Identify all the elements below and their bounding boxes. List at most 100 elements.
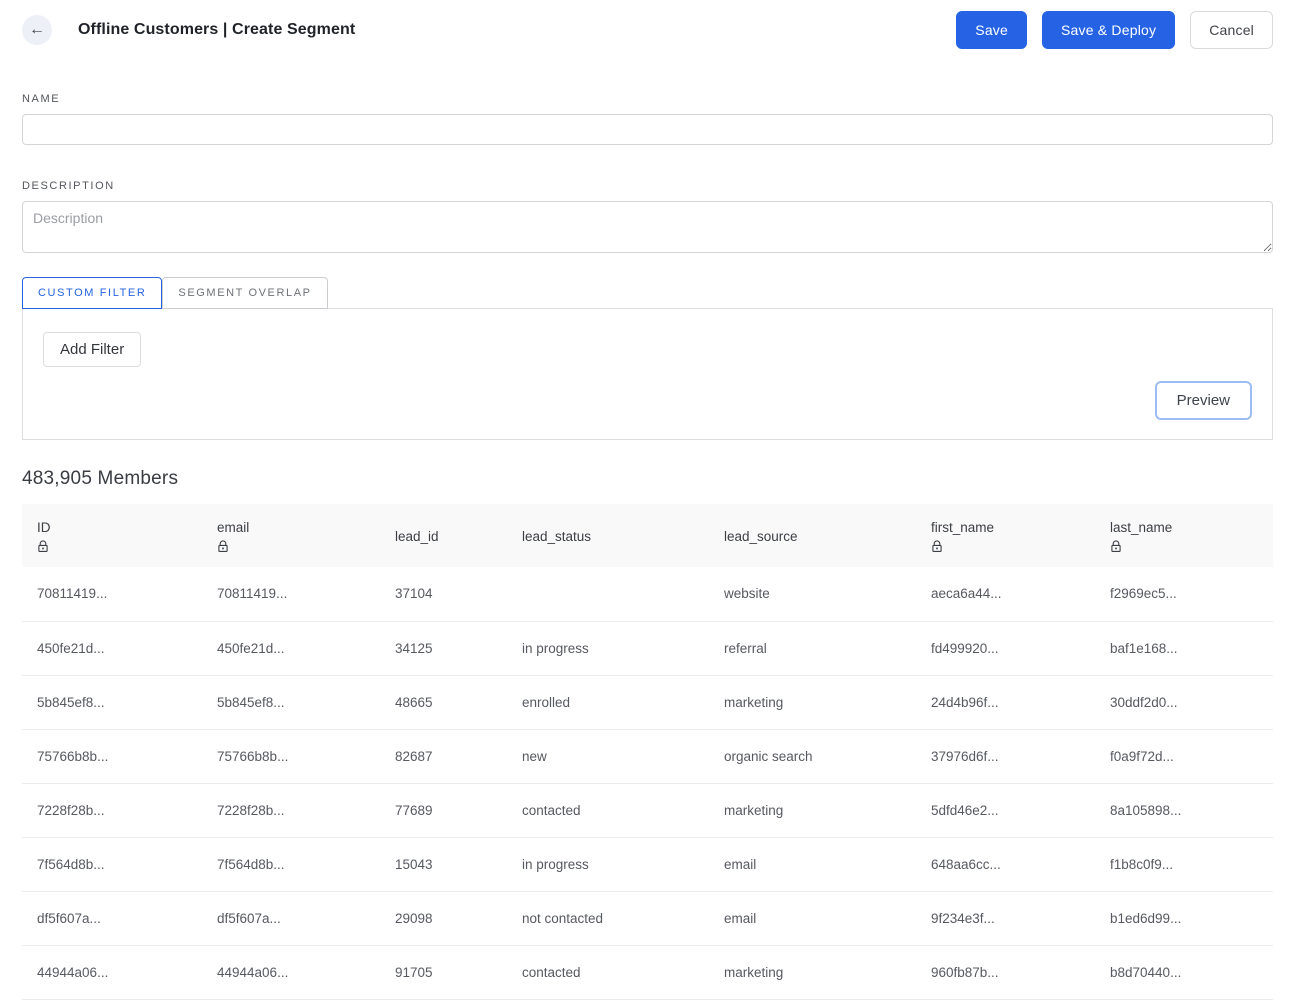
table-cell: 75766b8b...	[202, 729, 380, 784]
top-bar: ← Offline Customers | Create Segment Sav…	[0, 0, 1295, 58]
column-header-lead_status[interactable]: lead_status	[507, 504, 709, 567]
table-cell: 70811419...	[202, 567, 380, 622]
members-table-header: ID email lead_id lead_status lead_source firs…	[22, 504, 1273, 567]
table-cell: fd499920...	[916, 621, 1095, 676]
tab-segment-overlap[interactable]: SEGMENT OVERLAP	[162, 277, 328, 309]
column-label: last_name	[1110, 520, 1173, 535]
table-cell: df5f607a...	[202, 891, 380, 946]
table-cell	[507, 567, 709, 622]
filter-tabs: CUSTOM FILTER SEGMENT OVERLAP	[22, 277, 1273, 309]
table-cell: baf1e168...	[1095, 621, 1273, 676]
table-cell: email	[709, 891, 916, 946]
table-cell: df5f607a...	[22, 891, 202, 946]
table-cell: organic search	[709, 729, 916, 784]
column-label: ID	[37, 520, 51, 535]
column-header-lead_source[interactable]: lead_source	[709, 504, 916, 567]
table-cell: 450fe21d...	[202, 621, 380, 676]
column-label: email	[217, 520, 250, 535]
table-row: 450fe21d... 450fe21d... 34125 in progress re…	[22, 621, 1273, 676]
main-content: NAME DESCRIPTION CUSTOM FILTER SEGMENT O…	[0, 93, 1295, 1000]
table-cell: 7228f28b...	[22, 783, 202, 838]
table-cell: 9f234e3f...	[916, 891, 1095, 946]
table-cell: 37976d6f...	[916, 729, 1095, 784]
table-cell: marketing	[709, 945, 916, 1000]
table-cell: f1b8c0f9...	[1095, 837, 1273, 892]
table-cell: 37104	[380, 567, 507, 622]
table-cell: 5b845ef8...	[202, 675, 380, 730]
table-row: 5b845ef8... 5b845ef8... 48665 enrolled marke…	[22, 675, 1273, 730]
table-row: 44944a06... 44944a06... 91705 contacted mark…	[22, 945, 1273, 1000]
table-cell: 48665	[380, 675, 507, 730]
add-filter-button[interactable]: Add Filter	[43, 332, 142, 367]
save-button[interactable]: Save	[956, 10, 1027, 50]
description-label: DESCRIPTION	[22, 180, 115, 192]
table-cell: 7f564d8b...	[22, 837, 202, 892]
table-row: 75766b8b... 75766b8b... 82687 new organic se…	[22, 729, 1273, 784]
table-cell: 29098	[380, 891, 507, 946]
table-cell: 8a105898...	[1095, 783, 1273, 838]
lock-icon	[217, 540, 370, 553]
table-cell: 960fb87b...	[916, 945, 1095, 1000]
table-cell: 648aa6cc...	[916, 837, 1095, 892]
table-cell: 77689	[380, 783, 507, 838]
table-cell: b8d70440...	[1095, 945, 1273, 1000]
column-label: lead_id	[395, 529, 439, 544]
members-count-heading: 483,905 Members	[22, 468, 179, 489]
save-and-deploy-button[interactable]: Save & Deploy	[1042, 10, 1176, 50]
members-table: ID email lead_id lead_status lead_source firs…	[22, 504, 1273, 1000]
lock-icon	[1110, 540, 1263, 553]
table-cell: email	[709, 837, 916, 892]
table-cell: 82687	[380, 729, 507, 784]
table-cell: 5dfd46e2...	[916, 783, 1095, 838]
back-arrow-icon: ←	[29, 21, 45, 38]
table-cell: marketing	[709, 675, 916, 730]
column-header-email[interactable]: email	[202, 504, 380, 567]
table-cell: 7f564d8b...	[202, 837, 380, 892]
table-cell: website	[709, 567, 916, 622]
column-label: lead_source	[724, 529, 798, 544]
table-cell: enrolled	[507, 675, 709, 730]
table-row: 70811419... 70811419... 37104 website aeca6a…	[22, 567, 1273, 622]
table-cell: 24d4b96f...	[916, 675, 1095, 730]
table-cell: 91705	[380, 945, 507, 1000]
table-cell: contacted	[507, 945, 709, 1000]
column-header-last_name[interactable]: last_name	[1095, 504, 1273, 567]
topbar-actions: Save Save & Deploy Cancel	[956, 10, 1273, 50]
table-cell: 34125	[380, 621, 507, 676]
table-cell: 15043	[380, 837, 507, 892]
table-cell: contacted	[507, 783, 709, 838]
table-cell: 70811419...	[22, 567, 202, 622]
table-cell: f2969ec5...	[1095, 567, 1273, 622]
table-cell: in progress	[507, 621, 709, 676]
column-header-first_name[interactable]: first_name	[916, 504, 1095, 567]
table-cell: not contacted	[507, 891, 709, 946]
table-cell: 44944a06...	[202, 945, 380, 1000]
preview-button[interactable]: Preview	[1154, 381, 1252, 420]
column-label: lead_status	[522, 529, 592, 544]
lock-icon	[931, 540, 1085, 553]
table-cell: f0a9f72d...	[1095, 729, 1273, 784]
table-cell: aeca6a44...	[916, 567, 1095, 622]
table-cell: in progress	[507, 837, 709, 892]
tab-custom-filter[interactable]: CUSTOM FILTER	[22, 277, 163, 309]
page-title: Offline Customers | Create Segment	[78, 21, 356, 38]
table-cell: 75766b8b...	[22, 729, 202, 784]
table-cell: marketing	[709, 783, 916, 838]
lock-icon	[37, 540, 192, 553]
table-cell: referral	[709, 621, 916, 676]
column-label: first_name	[931, 520, 995, 535]
cancel-button[interactable]: Cancel	[1190, 10, 1273, 50]
table-cell: new	[507, 729, 709, 784]
custom-filter-panel: Add Filter Preview	[22, 308, 1273, 440]
table-row: df5f607a... df5f607a... 29098 not contacted…	[22, 891, 1273, 946]
table-row: 7228f28b... 7228f28b... 77689 contacted mark…	[22, 783, 1273, 838]
back-button[interactable]: ←	[22, 15, 52, 45]
column-header-lead_id[interactable]: lead_id	[380, 504, 507, 567]
column-header-id[interactable]: ID	[22, 504, 202, 567]
table-cell: 44944a06...	[22, 945, 202, 1000]
table-cell: 7228f28b...	[202, 783, 380, 838]
table-cell: 30ddf2d0...	[1095, 675, 1273, 730]
name-input[interactable]	[22, 114, 1273, 145]
name-label: NAME	[22, 93, 61, 105]
description-input[interactable]	[22, 201, 1273, 253]
